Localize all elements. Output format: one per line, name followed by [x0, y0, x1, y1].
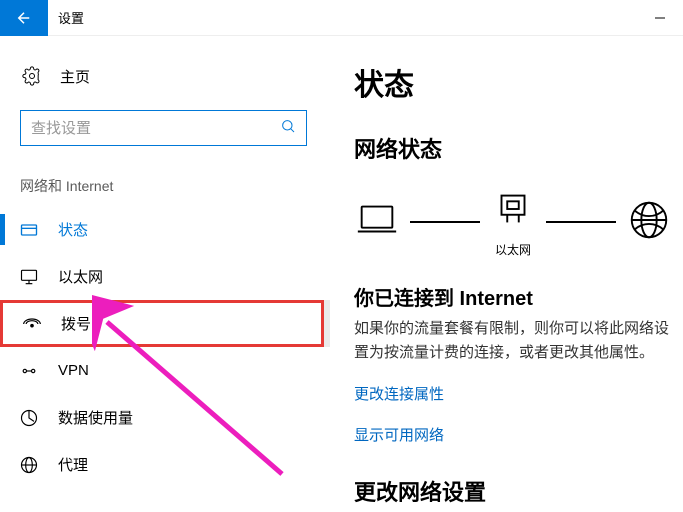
sidebar-item-status[interactable]: 状态 [0, 206, 330, 253]
network-status-title: 网络状态 [354, 132, 683, 164]
connected-title: 你已连接到 Internet [354, 282, 683, 311]
link-show-available-networks[interactable]: 显示可用网络 [354, 424, 444, 445]
sidebar-item-proxy[interactable]: 代理 [0, 441, 330, 488]
data-usage-icon [18, 408, 40, 428]
vpn-icon [18, 361, 40, 381]
sidebar-item-label: 以太网 [58, 266, 103, 287]
laptop-icon [354, 197, 400, 248]
sidebar-item-label: 代理 [58, 454, 88, 475]
sidebar-item-label: 数据使用量 [58, 407, 133, 428]
sidebar: 主页 网络和 Internet 状态 以太网 [0, 36, 330, 512]
sidebar-item-home[interactable]: 主页 [0, 54, 330, 98]
link-change-connection-properties[interactable]: 更改连接属性 [354, 383, 444, 404]
app-title: 设置 [48, 8, 84, 27]
search-box[interactable] [20, 110, 307, 146]
title-bar: 设置 [0, 0, 683, 36]
minimize-button[interactable] [637, 0, 683, 36]
sidebar-home-label: 主页 [60, 66, 90, 87]
sidebar-item-ethernet[interactable]: 以太网 [0, 253, 330, 300]
sidebar-item-data-usage[interactable]: 数据使用量 [0, 394, 330, 441]
globe-icon [626, 197, 672, 248]
window-controls [637, 0, 683, 36]
search-input[interactable] [31, 120, 280, 137]
dialup-icon [21, 314, 43, 334]
back-button[interactable] [0, 0, 48, 36]
network-diagram: 以太网 [354, 186, 683, 258]
sidebar-section-label: 网络和 Internet [0, 152, 330, 206]
sidebar-item-label: VPN [58, 362, 89, 379]
gear-icon [22, 66, 42, 86]
sidebar-item-dialup[interactable]: 拨号 [0, 300, 324, 347]
diagram-ethernet-label: 以太网 [495, 241, 531, 258]
ethernet-icon [18, 267, 40, 287]
sidebar-item-label: 状态 [58, 219, 88, 240]
proxy-icon [18, 455, 40, 475]
sidebar-item-label: 拨号 [61, 313, 91, 334]
sidebar-item-vpn[interactable]: VPN [0, 347, 330, 394]
status-icon [18, 220, 40, 240]
search-icon [280, 118, 296, 139]
connected-body-text: 如果你的流量套餐有限制，则你可以将此网络设置为按流量计费的连接，或者更改其他属性… [354, 317, 683, 365]
page-title: 状态 [354, 60, 683, 104]
arrow-left-icon [15, 9, 33, 27]
main-content: 状态 网络状态 以太网 你已连接到 Internet [330, 36, 683, 512]
router-icon [490, 186, 536, 237]
change-network-settings-title: 更改网络设置 [354, 475, 683, 507]
